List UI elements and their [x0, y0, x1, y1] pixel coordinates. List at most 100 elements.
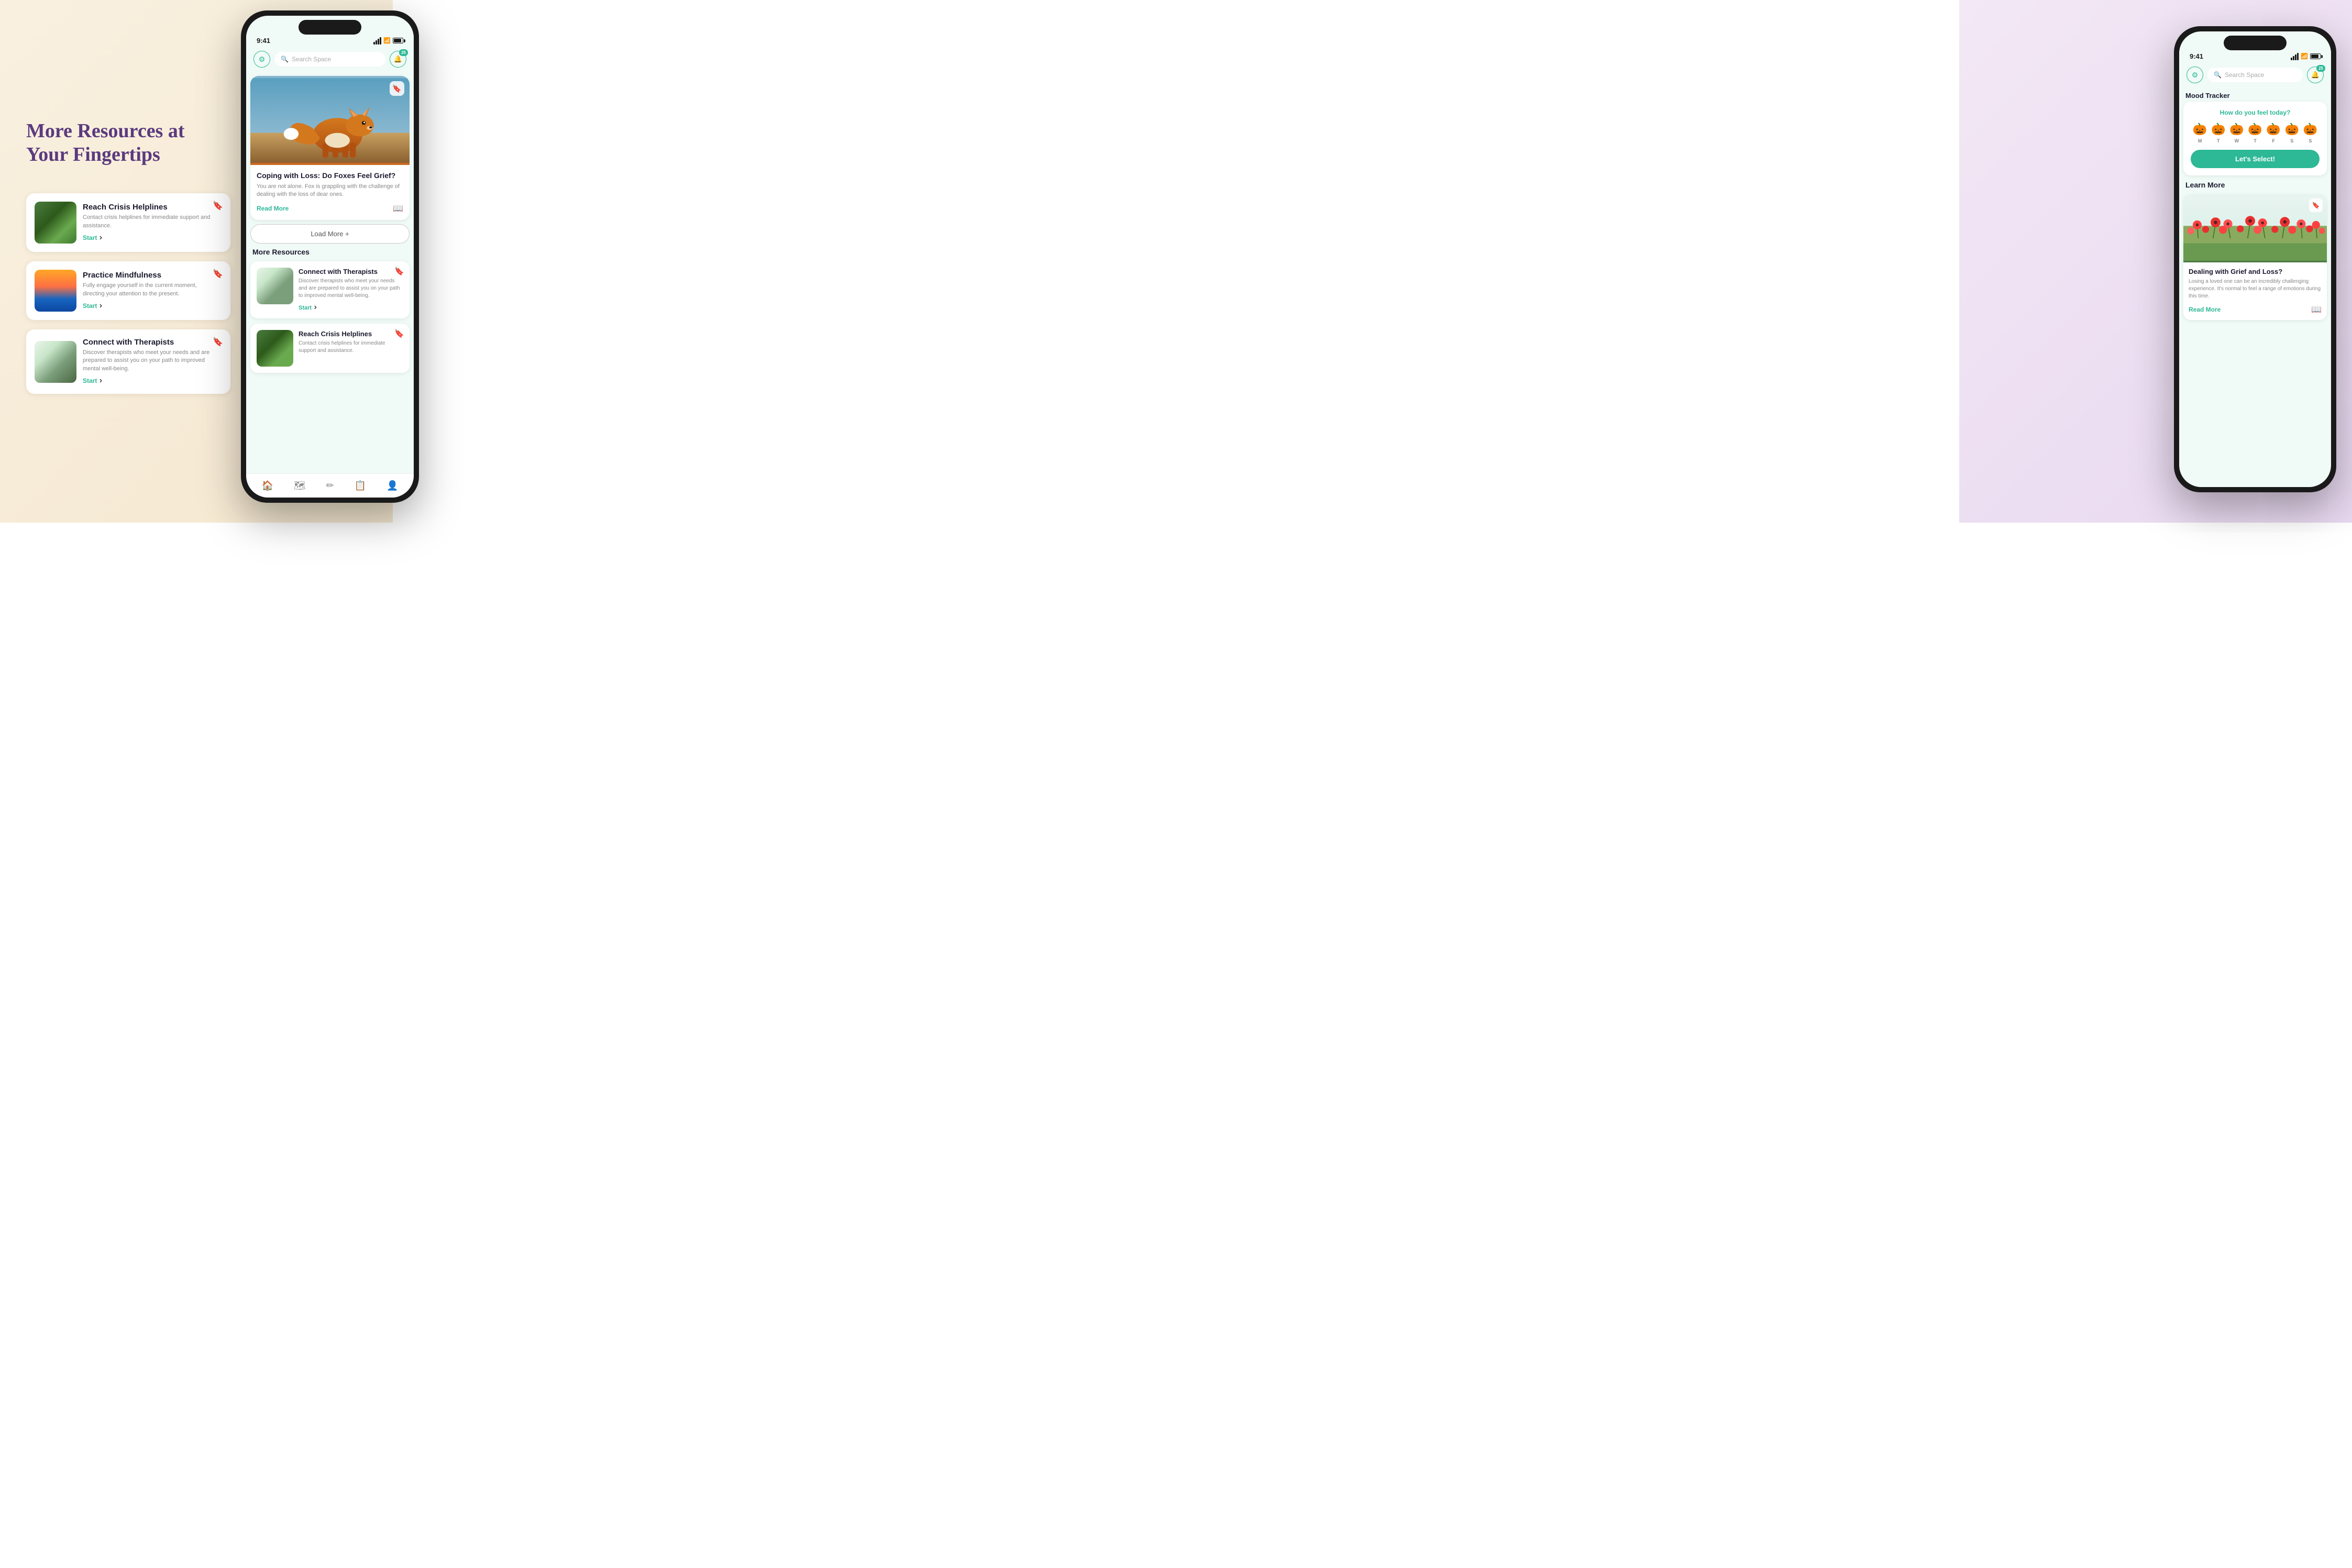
mood-day-3: 🎃 T [2248, 123, 2262, 143]
mood-question: How do you feel today? [2191, 109, 2320, 116]
notification-button-2[interactable]: 🔔 25 [2307, 67, 2324, 83]
card-start-1[interactable]: Start [83, 302, 97, 310]
nav-profile[interactable]: 👤 [387, 480, 398, 491]
mood-days: 🎃 M 🎃 T 🎃 W 🎃 T [2191, 123, 2320, 143]
signal-bar-2-2 [2293, 56, 2294, 60]
left-card-1: Practice Mindfulness Fully engage yourse… [26, 261, 230, 320]
mood-label-4: F [2272, 138, 2275, 143]
list-bookmark-0[interactable]: 🔖 [394, 267, 404, 276]
card-start-2[interactable]: Start [83, 377, 97, 384]
battery-icon-2 [2310, 53, 2321, 59]
learn-title: Dealing with Grief and Loss? [2189, 268, 2322, 275]
resource-list-start-0[interactable]: Start [299, 305, 312, 311]
status-icons-1: 📶 [373, 37, 403, 45]
learn-desc: Losing a loved one can be an incredibly … [2189, 278, 2322, 300]
phone-screen-1: 9:41 📶 ⚙ [246, 16, 414, 498]
card-title-2: Connect with Therapists [83, 338, 216, 347]
wifi-icon-2: 📶 [2301, 53, 2308, 60]
learn-more-title: Learn More [2183, 181, 2327, 189]
settings-button-1[interactable]: ⚙ [253, 51, 270, 68]
read-more-2[interactable]: Read More [2189, 306, 2221, 313]
mood-day-6: 🎃 S [2303, 123, 2317, 143]
nav-map[interactable]: 🗺 [294, 480, 306, 491]
search-bar-2[interactable]: 🔍 Search Space [2207, 68, 2303, 82]
bookmark-icon-2[interactable]: 🔖 [213, 337, 223, 347]
battery-icon-1 [393, 38, 403, 43]
poppy-svg [2183, 194, 2327, 262]
search-icon-2: 🔍 [2214, 71, 2222, 79]
read-more-1[interactable]: Read More [257, 205, 289, 212]
nav-list[interactable]: 📋 [355, 480, 366, 491]
bottom-nav-1: 🏠 🗺 ✏ 📋 👤 [246, 473, 414, 498]
card-desc-2: Discover therapists who meet your needs … [83, 349, 216, 373]
card-title-1: Practice Mindfulness [83, 271, 216, 280]
list-bookmark-1[interactable]: 🔖 [394, 329, 404, 338]
mood-emoji-0: 🎃 [2193, 123, 2207, 136]
search-icon-1: 🔍 [281, 56, 289, 63]
resource-list-card-1: Reach Crisis Helplines Contact crisis he… [250, 324, 410, 373]
phone-frame-1: 9:41 📶 ⚙ [241, 10, 419, 503]
learn-bookmark[interactable]: 🔖 [2309, 198, 2323, 212]
notification-button-1[interactable]: 🔔 25 [390, 51, 406, 68]
dynamic-island-1 [299, 20, 361, 35]
book-icon-2: 📖 [2311, 304, 2322, 315]
signal-bars-2 [2291, 53, 2299, 60]
settings-button-2[interactable]: ⚙ [2187, 67, 2203, 83]
mood-day-1: 🎃 T [2211, 123, 2225, 143]
book-icon-1: 📖 [393, 203, 403, 214]
search-bar-1[interactable]: 🔍 Search Space [274, 52, 385, 67]
lets-select-button[interactable]: Let's Select! [2191, 150, 2320, 168]
mood-label-2: W [2235, 138, 2239, 143]
card-body-2: Connect with Therapists Discover therapi… [76, 338, 222, 385]
status-bar-2: 9:41 📶 [2179, 50, 2331, 62]
resource-list-card-0: Connect with Therapists Discover therapi… [250, 261, 410, 318]
phone-2: 9:41 📶 ⚙ [2174, 26, 2336, 492]
list-arrow-0: › [314, 303, 317, 312]
mood-label-0: M [2198, 138, 2202, 143]
mood-day-0: 🎃 M [2193, 123, 2207, 143]
more-resources-title: More Resources [250, 248, 410, 256]
learn-more-section: Learn More [2179, 181, 2331, 320]
card-desc-1: Fully engage yourself in the current mom… [83, 282, 216, 298]
card-start-0[interactable]: Start [83, 234, 97, 241]
mood-label-6: S [2309, 138, 2312, 143]
resource-list-desc-1: Contact crisis helplines for immediate s… [299, 340, 403, 355]
status-time-2: 9:41 [2190, 52, 2203, 60]
featured-card: 🔖 Coping with Loss: Do Foxes Feel Grief?… [250, 76, 410, 220]
status-time-1: 9:41 [257, 37, 270, 45]
resource-list-desc-0: Discover therapists who meet your needs … [299, 278, 403, 300]
mood-emoji-1: 🎃 [2211, 123, 2225, 136]
arrow-icon-0: › [100, 233, 102, 242]
signal-bar-2-1 [2291, 58, 2292, 60]
card-title-0: Reach Crisis Helplines [83, 203, 216, 212]
signal-bar-2-4 [2297, 53, 2299, 60]
notification-badge-1: 25 [399, 49, 408, 56]
more-resources-section: More Resources Connect with Therapists D… [246, 248, 414, 373]
featured-title: Coping with Loss: Do Foxes Feel Grief? [257, 171, 403, 180]
wifi-icon-1: 📶 [383, 37, 391, 44]
resource-list-body-0: Connect with Therapists Discover therapi… [293, 268, 403, 312]
left-panel: More Resources at Your Fingertips Reach … [10, 0, 246, 523]
mood-emoji-5: 🎃 [2285, 123, 2299, 136]
learn-body: Dealing with Grief and Loss? Losing a lo… [2183, 262, 2327, 320]
mood-emoji-2: 🎃 [2229, 123, 2244, 136]
load-more-button[interactable]: Load More + [250, 224, 410, 244]
signal-bar-1 [373, 42, 375, 45]
mood-emoji-4: 🎃 [2266, 123, 2280, 136]
mood-tracker-header: Mood Tracker [2179, 87, 2331, 102]
status-bar-1: 9:41 📶 [246, 35, 414, 47]
plant-img-list-1 [257, 330, 293, 367]
bookmark-icon-0[interactable]: 🔖 [213, 201, 223, 211]
phone-1: 9:41 📶 ⚙ [241, 10, 419, 503]
nav-home[interactable]: 🏠 [261, 480, 273, 491]
mood-tracker-card: How do you feel today? 🎃 M 🎃 T 🎃 W [2183, 102, 2327, 175]
resource-list-title-0: Connect with Therapists [299, 268, 403, 275]
fox-svg [250, 76, 410, 165]
poppy-image: 🔖 [2183, 194, 2327, 262]
nav-tools[interactable]: ✏ [326, 480, 334, 491]
featured-bookmark[interactable]: 🔖 [390, 81, 404, 96]
mood-emoji-3: 🎃 [2248, 123, 2262, 136]
bookmark-icon-1[interactable]: 🔖 [213, 269, 223, 279]
mood-day-2: 🎃 W [2229, 123, 2244, 143]
search-placeholder-2: Search Space [2225, 71, 2264, 79]
